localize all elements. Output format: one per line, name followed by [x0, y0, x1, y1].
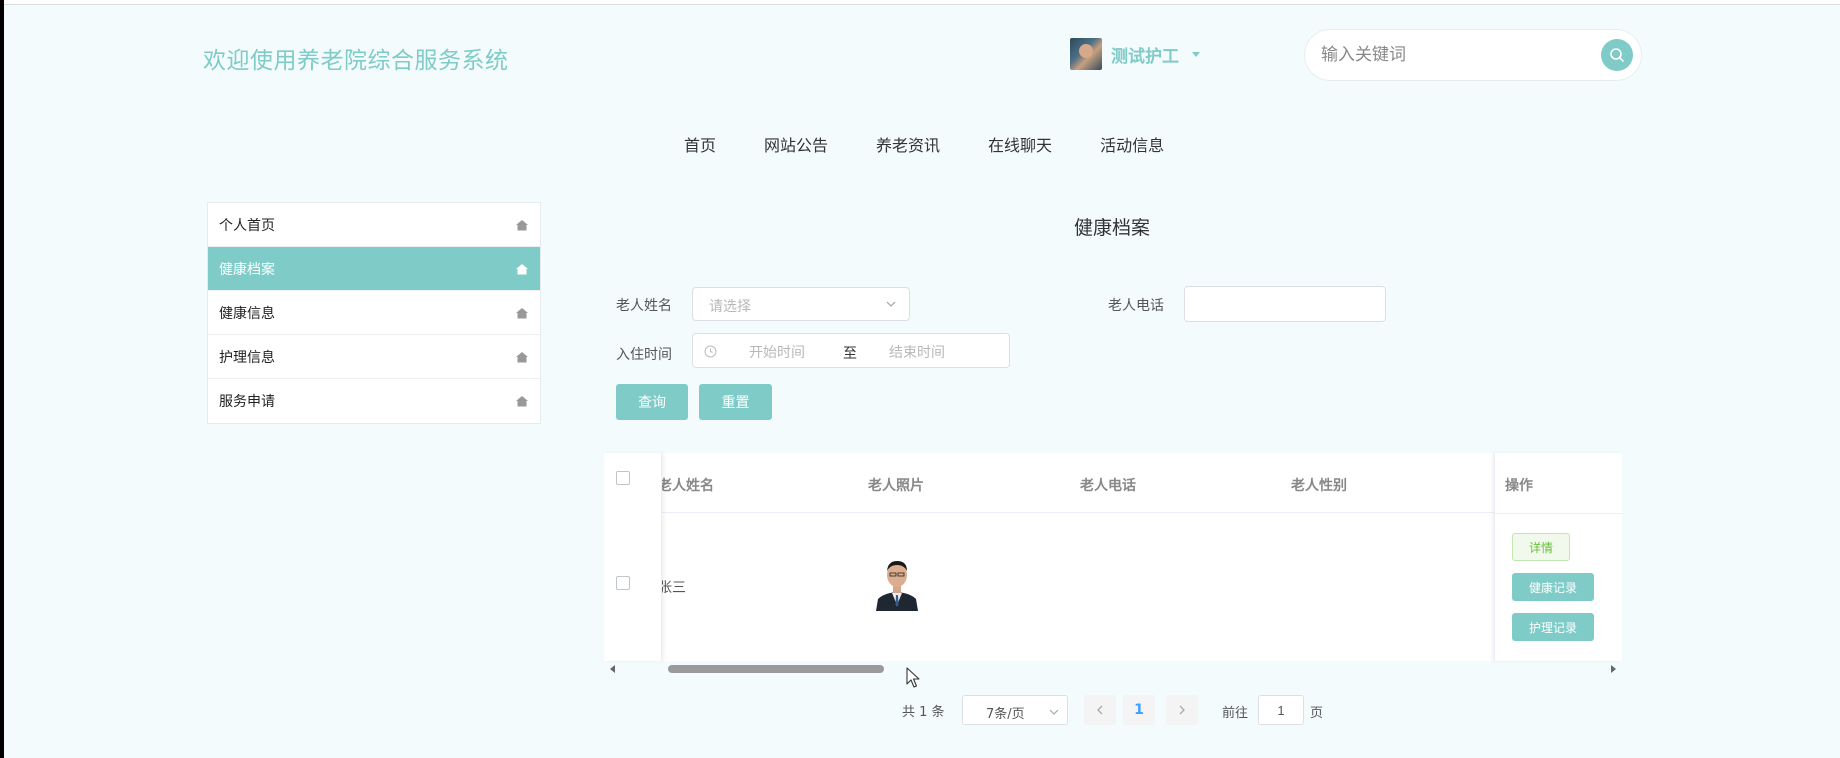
user-menu[interactable]: 测试护工: [1070, 37, 1200, 71]
search-input[interactable]: [1321, 42, 1571, 68]
user-name[interactable]: 测试护工: [1111, 42, 1179, 67]
horizontal-scrollbar[interactable]: [604, 661, 1622, 675]
home-icon: [516, 263, 528, 274]
search-box: [1304, 29, 1642, 81]
scroll-left-arrow-icon[interactable]: [610, 665, 615, 673]
date-start-placeholder[interactable]: 开始时间: [749, 342, 805, 362]
health-record-button[interactable]: 健康记录: [1512, 573, 1594, 601]
home-icon: [516, 351, 528, 362]
date-end-placeholder[interactable]: 结束时间: [889, 342, 945, 362]
page-title: 健康档案: [1074, 217, 1151, 239]
next-page-button[interactable]: [1166, 695, 1198, 725]
column-header-photo: 老人照片: [868, 478, 924, 494]
sidebar-item-label: 个人首页: [219, 217, 275, 234]
sidebar-item-label: 护理信息: [219, 349, 275, 366]
records-table: 老人姓名 老人照片 老人电话 老人性别 张三 操作 详情 健康记录 护理记录: [604, 453, 1623, 661]
fixed-actions-column: 操作 详情 健康记录 护理记录: [1494, 453, 1623, 661]
chevron-down-icon: [1049, 709, 1059, 715]
nursing-record-button[interactable]: 护理记录: [1512, 613, 1594, 641]
date-filter-label: 入住时间: [616, 347, 672, 363]
nav-home[interactable]: 首页: [684, 132, 716, 156]
name-select-placeholder: 请选择: [709, 299, 751, 315]
chevron-right-icon: [1179, 705, 1185, 715]
sidebar-item-health-info[interactable]: 健康信息: [208, 291, 540, 335]
search-button[interactable]: [1601, 39, 1633, 71]
page-size-value: 7条/页: [986, 707, 1025, 722]
phone-input[interactable]: [1184, 286, 1386, 322]
mouse-cursor-icon: [906, 667, 920, 688]
sidebar-item-nursing-info[interactable]: 护理信息: [208, 335, 540, 379]
home-icon: [516, 307, 528, 318]
sidebar-item-label: 健康信息: [219, 305, 275, 322]
sidebar-item-service-request[interactable]: 服务申请: [208, 379, 540, 423]
sidebar-item-health-records[interactable]: 健康档案: [208, 247, 540, 291]
sidebar-item-label: 健康档案: [219, 261, 275, 278]
cell-elder-name: 张三: [658, 580, 686, 596]
column-header-name: 老人姓名: [658, 478, 714, 494]
elder-photo: [872, 555, 922, 611]
sidebar: 个人首页 健康档案 健康信息 护理信息 服务申请: [207, 202, 541, 424]
page: 欢迎使用养老院综合服务系统 测试护工 首页 网站公告 养老资讯 在线聊天 活动信…: [4, 4, 1840, 758]
row-checkbox[interactable]: [616, 576, 630, 590]
nav-elderly-news[interactable]: 养老资讯: [876, 132, 940, 156]
name-select[interactable]: 请选择: [692, 287, 910, 321]
scrollbar-thumb[interactable]: [668, 665, 884, 673]
scroll-right-arrow-icon[interactable]: [1611, 665, 1616, 673]
divider: [1495, 513, 1623, 514]
reset-button[interactable]: 重置: [699, 384, 772, 420]
chevron-left-icon: [1097, 705, 1103, 715]
sidebar-item-personal-home[interactable]: 个人首页: [208, 203, 540, 247]
main-nav: 首页 网站公告 养老资讯 在线聊天 活动信息: [684, 132, 1164, 156]
search-query-button[interactable]: 查询: [616, 384, 688, 420]
nav-activities[interactable]: 活动信息: [1100, 132, 1164, 156]
table-header: 老人姓名 老人照片 老人电话 老人性别: [604, 453, 1622, 513]
home-icon: [516, 219, 528, 230]
chevron-down-icon: [886, 301, 896, 307]
search-icon: [1610, 48, 1624, 62]
goto-page-input[interactable]: [1258, 695, 1304, 725]
page-suffix-label: 页: [1310, 706, 1324, 721]
home-icon: [516, 396, 528, 407]
nav-announcements[interactable]: 网站公告: [764, 132, 828, 156]
page-size-select[interactable]: 7条/页: [962, 695, 1068, 725]
detail-button[interactable]: 详情: [1512, 533, 1570, 561]
avatar: [1070, 38, 1102, 70]
page-number-current[interactable]: 1: [1123, 695, 1155, 725]
pagination-total: 共 1 条: [902, 705, 945, 720]
site-title: 欢迎使用养老院综合服务系统: [203, 48, 509, 74]
column-header-gender: 老人性别: [1291, 478, 1347, 494]
name-filter-label: 老人姓名: [616, 298, 672, 314]
select-all-checkbox[interactable]: [616, 471, 630, 485]
goto-label: 前往: [1222, 706, 1249, 721]
fixed-checkbox-column: [604, 453, 662, 661]
column-header-phone: 老人电话: [1080, 478, 1136, 494]
phone-filter-label: 老人电话: [1108, 298, 1164, 314]
nav-online-chat[interactable]: 在线聊天: [988, 132, 1052, 156]
date-separator: 至: [843, 346, 857, 362]
caret-down-icon[interactable]: [1192, 51, 1200, 57]
sidebar-item-label: 服务申请: [219, 394, 275, 410]
clock-icon: [704, 345, 717, 358]
prev-page-button[interactable]: [1084, 695, 1116, 725]
date-range-picker[interactable]: 开始时间 至 结束时间: [692, 333, 1010, 368]
column-header-actions: 操作: [1505, 478, 1533, 494]
